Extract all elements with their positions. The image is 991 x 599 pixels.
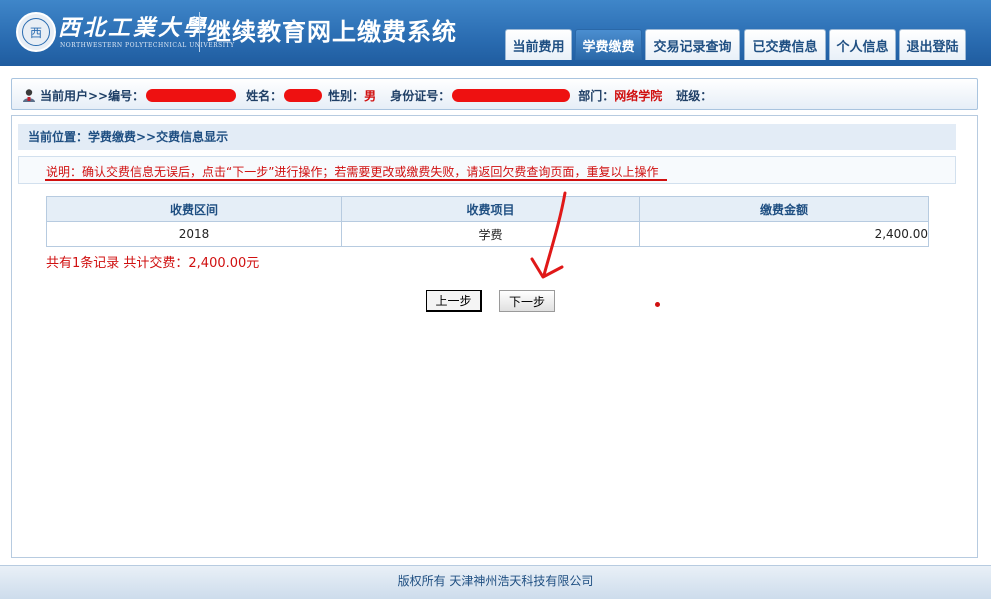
name-label: 姓名：: [246, 88, 283, 103]
dept-label: 部门：: [578, 88, 615, 103]
redacted-name: [284, 88, 323, 102]
cell-fee-period: 2018: [46, 221, 342, 247]
nav-transaction-query[interactable]: 交易记录查询: [645, 29, 740, 60]
notice-text: 说明：确认交费信息无误后，点击“下一步”进行操作；若需要更改或缴费失败，请返回欠…: [46, 165, 659, 179]
notice-box: 说明：确认交费信息无误后，点击“下一步”进行操作；若需要更改或缴费失败，请返回欠…: [18, 156, 956, 184]
user-info-row: 当前用户>> 编号： 姓名： 性别： 男 身份证号： 部门： 网络学院 班级：: [22, 79, 712, 111]
university-logo-icon: 西: [16, 12, 56, 52]
nav-personal-info[interactable]: 个人信息: [829, 29, 896, 60]
table-row: 2018 学费 2,400.00: [46, 221, 929, 247]
system-title: 继续教育网上缴费系统: [207, 18, 457, 46]
nav-current-fees[interactable]: 当前费用: [505, 29, 572, 60]
red-dot-mark: [655, 302, 660, 307]
user-info-bar: 当前用户>> 编号： 姓名： 性别： 男 身份证号： 部门： 网络学院 班级：: [11, 78, 978, 110]
col-fee-period: 收费区间: [46, 196, 342, 222]
summary-text: 共有1条记录 共计交费：2,400.00元: [46, 256, 260, 271]
dept-value: 网络学院: [614, 88, 663, 103]
nav-paid-info[interactable]: 已交费信息: [744, 29, 826, 60]
nav-logout[interactable]: 退出登陆: [899, 29, 966, 60]
gender-label: 性别：: [328, 88, 365, 103]
id-label: 编号：: [108, 88, 145, 103]
logo-glyph: 西: [22, 18, 50, 46]
col-fee-item: 收费项目: [341, 196, 640, 222]
col-fee-amount: 缴费金额: [639, 196, 929, 222]
idcard-label: 身份证号：: [390, 88, 451, 103]
table-header-row: 收费区间 收费项目 缴费金额: [46, 196, 929, 222]
cell-fee-item: 学费: [341, 221, 640, 247]
red-arrow-annotation: [530, 191, 567, 279]
breadcrumb: 当前位置：学费缴费>>交费信息显示: [18, 124, 956, 150]
redacted-idcard: [452, 88, 571, 102]
notice-underline: [45, 179, 667, 181]
gender-value: 男: [364, 88, 377, 103]
nav-tuition-payment[interactable]: 学费缴费: [575, 29, 642, 60]
class-label: 班级：: [676, 88, 713, 103]
cell-fee-amount: 2,400.00: [639, 221, 929, 247]
next-step-button[interactable]: 下一步: [499, 290, 555, 312]
main-content: 当前位置：学费缴费>>交费信息显示 说明：确认交费信息无误后，点击“下一步”进行…: [11, 115, 978, 558]
header-divider: [199, 12, 200, 52]
header-banner: 西 西北工業大學 NORTHWESTERN POLYTECHNICAL UNIV…: [0, 0, 991, 66]
user-icon: [23, 89, 35, 102]
prev-step-button[interactable]: 上一步: [426, 290, 482, 312]
university-name: 西北工業大學: [58, 15, 209, 41]
current-user-label: 当前用户>>: [40, 88, 109, 103]
fee-table: 收费区间 收费项目 缴费金额 2018 学费 2,400.00: [46, 196, 929, 247]
footer-copyright: 版权所有 天津神州浩天科技有限公司: [0, 565, 991, 599]
redacted-id: [146, 88, 237, 102]
